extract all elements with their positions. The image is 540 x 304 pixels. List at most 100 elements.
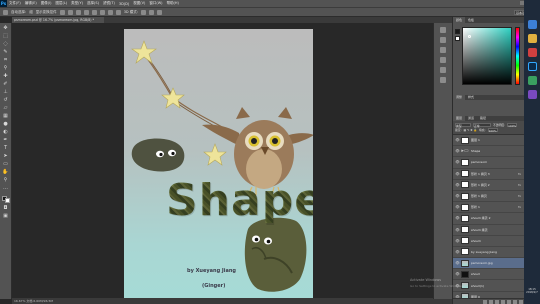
- quick-select-tool-icon[interactable]: ✎: [3, 50, 9, 55]
- background-color-swatch[interactable]: [455, 36, 460, 41]
- new-group-icon[interactable]: [507, 299, 511, 304]
- poster-canvas[interactable]: Shape by Xueyang Jiang (Ginger): [124, 29, 313, 299]
- visibility-eye-icon[interactable]: 👁: [455, 249, 460, 254]
- layer-row[interactable]: 👁 shoull: [453, 269, 524, 281]
- visibility-eye-icon[interactable]: 👁: [455, 272, 460, 277]
- browser-icon[interactable]: [527, 20, 537, 29]
- layer-row[interactable]: 👁 shoulli 拷贝 2: [453, 213, 524, 225]
- color-swatches[interactable]: [1, 196, 10, 203]
- fill-field[interactable]: 100%: [487, 127, 498, 133]
- layer-row[interactable]: 👁 ▸▭ Shape: [453, 146, 524, 158]
- delete-layer-icon[interactable]: [519, 299, 523, 304]
- ps-logo-icon[interactable]: Ps: [0, 0, 7, 7]
- layer-effects-badge[interactable]: fx: [518, 172, 521, 176]
- pen-tool-icon[interactable]: ✒: [3, 138, 9, 143]
- menu-select[interactable]: 选择(S): [85, 1, 101, 6]
- history-panel-icon[interactable]: [440, 27, 446, 33]
- align-left-icon[interactable]: [83, 9, 89, 15]
- gradient-tool-icon[interactable]: ▦: [3, 114, 9, 119]
- distribute-icon[interactable]: [107, 9, 113, 15]
- 3d-pan-icon[interactable]: [156, 9, 162, 15]
- eyedropper-tool-icon[interactable]: ⚲: [3, 66, 9, 71]
- screen-mode-icon[interactable]: ▣: [3, 214, 9, 219]
- layer-effects-badge[interactable]: fx: [518, 205, 521, 209]
- tab-layers[interactable]: 图层: [453, 116, 466, 121]
- visibility-eye-icon[interactable]: 👁: [455, 216, 460, 221]
- more-tools-icon[interactable]: …: [3, 186, 9, 191]
- layer-row[interactable]: 👁 形状 1 拷贝 fx: [453, 190, 524, 203]
- auto-select-target[interactable]: 组: [29, 10, 33, 15]
- 3d-rotate-icon[interactable]: [140, 9, 146, 15]
- color-picker-field[interactable]: [462, 27, 512, 85]
- distribute-icon[interactable]: [115, 9, 121, 15]
- menu-image[interactable]: 图像(I): [39, 1, 54, 6]
- layer-mask-icon[interactable]: [495, 299, 499, 304]
- visibility-eye-icon[interactable]: 👁: [455, 205, 460, 210]
- layer-row[interactable]: 👁 形状 1 拷贝 3 fx: [453, 168, 524, 180]
- layer-kind-filter[interactable]: 类型: [455, 122, 471, 128]
- zoom-tool-icon[interactable]: ⚲: [3, 178, 9, 183]
- layer-row[interactable]: 👁 shoulli: [453, 235, 524, 247]
- dodge-tool-icon[interactable]: ◐: [3, 130, 9, 135]
- taskbar-clock[interactable]: 18:15 2018/1/7: [524, 288, 540, 294]
- visibility-eye-icon[interactable]: 👁: [455, 160, 460, 165]
- paragraph-panel-icon[interactable]: [440, 67, 446, 73]
- layer-row[interactable]: 👁 psmoreom.jpg: [453, 258, 524, 270]
- blend-mode-select[interactable]: 正常: [473, 122, 491, 128]
- blur-tool-icon[interactable]: ●: [3, 122, 9, 127]
- align-right-icon[interactable]: [99, 9, 105, 15]
- color-picker-cursor[interactable]: [468, 35, 471, 38]
- new-layer-icon[interactable]: [513, 299, 517, 304]
- tab-adjustments[interactable]: 调整: [453, 95, 466, 100]
- layer-effects-badge[interactable]: fx: [518, 194, 521, 198]
- hand-tool-icon[interactable]: ✋: [2, 170, 8, 175]
- menu-3d[interactable]: 3D(D): [117, 2, 131, 6]
- 3d-roll-icon[interactable]: [148, 9, 154, 15]
- path-select-tool-icon[interactable]: ➤: [3, 154, 9, 159]
- menu-layer[interactable]: 图层(L): [53, 1, 69, 6]
- show-transform-checkbox[interactable]: 显示变换控件: [36, 10, 57, 15]
- lasso-tool-icon[interactable]: ◌: [3, 42, 9, 47]
- tab-paths[interactable]: 路径: [477, 116, 490, 121]
- character-panel-icon[interactable]: [440, 57, 446, 63]
- photoshop-taskbar-icon[interactable]: [527, 62, 537, 71]
- menu-window[interactable]: 窗口(W): [147, 1, 164, 6]
- align-center-icon[interactable]: [91, 9, 97, 15]
- quick-mask-icon[interactable]: ◘: [3, 206, 9, 211]
- visibility-eye-icon[interactable]: 👁: [455, 261, 460, 266]
- adjustment-layer-icon[interactable]: [501, 299, 505, 304]
- app-icon[interactable]: [527, 48, 537, 57]
- layer-style-icon[interactable]: [489, 299, 493, 304]
- visibility-eye-icon[interactable]: 👁: [455, 182, 460, 187]
- opacity-field[interactable]: 100%: [507, 122, 518, 128]
- layer-row[interactable]: 👁 形状 1 fx: [453, 202, 524, 214]
- move-tool-icon[interactable]: ✥: [3, 26, 9, 31]
- layer-row[interactable]: 👁 by xueyang Jiang: [453, 246, 524, 259]
- visibility-eye-icon[interactable]: 👁: [455, 149, 460, 154]
- move-tool-icon[interactable]: [3, 9, 8, 15]
- link-layers-icon[interactable]: [483, 299, 487, 304]
- hue-slider[interactable]: [515, 27, 520, 85]
- menu-type[interactable]: 类型(Y): [69, 1, 85, 6]
- menu-edit[interactable]: 编辑(E): [23, 1, 39, 6]
- menu-view[interactable]: 视图(V): [131, 1, 147, 6]
- layer-effects-badge[interactable]: fx: [518, 183, 521, 187]
- lock-icons[interactable]: ▦ ✎ ✥ 🔒: [464, 128, 477, 132]
- shape-tool-icon[interactable]: ▭: [3, 162, 9, 167]
- type-tool-icon[interactable]: T: [3, 146, 9, 151]
- brush-tool-icon[interactable]: ✐: [3, 82, 9, 87]
- align-middle-icon[interactable]: [67, 9, 73, 15]
- properties-panel-icon[interactable]: [440, 37, 446, 43]
- crop-tool-icon[interactable]: ⌗: [3, 58, 9, 63]
- visibility-eye-icon[interactable]: 👁: [455, 171, 460, 176]
- history-brush-icon[interactable]: ↺: [3, 98, 9, 103]
- stamp-tool-icon[interactable]: ⊥: [3, 90, 9, 95]
- visibility-eye-icon[interactable]: 👁: [455, 138, 460, 143]
- eraser-tool-icon[interactable]: ▱: [3, 106, 9, 111]
- menu-file[interactable]: 文件(F): [7, 1, 23, 6]
- foreground-color-swatch[interactable]: [455, 29, 460, 34]
- tab-channels[interactable]: 通道: [465, 116, 478, 121]
- menu-filter[interactable]: 滤镜(T): [101, 1, 117, 6]
- visibility-eye-icon[interactable]: 👁: [455, 194, 460, 199]
- background-color-swatch[interactable]: [4, 198, 10, 203]
